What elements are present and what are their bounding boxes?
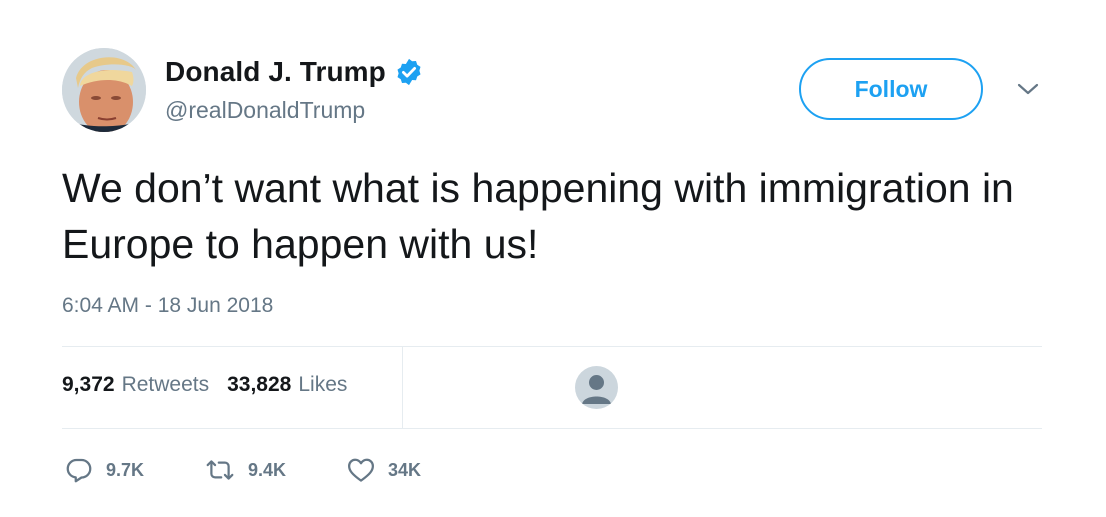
avatar[interactable] — [62, 48, 146, 132]
retweet-icon — [206, 460, 234, 480]
retweet-button[interactable]: 9.4K — [204, 455, 346, 485]
likes-stat[interactable]: 33,828 Likes — [227, 373, 347, 397]
likes-label: Likes — [298, 373, 348, 396]
tweet-text: We don’t want what is happening with imm… — [62, 165, 1014, 267]
divider — [62, 346, 1042, 347]
author-name-row: Donald J. Trump — [165, 54, 424, 90]
likes-count: 33,828 — [227, 373, 292, 396]
retweets-stat[interactable]: 9,372 Retweets — [62, 373, 209, 397]
heart-icon — [348, 458, 374, 482]
stats-divider — [402, 347, 403, 428]
tweet-timestamp[interactable]: 6:04 AM - 18 Jun 2018 — [62, 294, 273, 318]
tweet-actions: 9.7K 9.4K 34K — [64, 452, 421, 488]
divider — [62, 428, 1042, 429]
verified-badge-icon — [394, 57, 424, 87]
reply-count: 9.7K — [106, 459, 145, 480]
author-handle[interactable]: @realDonaldTrump — [165, 97, 365, 124]
like-button[interactable]: 34K — [346, 455, 421, 485]
tweet-stats: 9,372 Retweets 33,828 Likes — [62, 373, 347, 397]
reply-button[interactable]: 9.7K — [64, 455, 204, 485]
default-profile-icon — [582, 375, 611, 404]
author-name[interactable]: Donald J. Trump — [165, 56, 386, 88]
follow-button[interactable]: Follow — [799, 58, 983, 120]
profile-photo-icon — [62, 48, 146, 132]
chevron-down-icon[interactable] — [1015, 80, 1041, 98]
retweet-count: 9.4K — [248, 459, 287, 480]
retweets-count: 9,372 — [62, 373, 115, 396]
retweets-label: Retweets — [121, 373, 210, 396]
like-count: 34K — [388, 459, 422, 480]
liker-avatar[interactable] — [575, 366, 618, 409]
reply-icon — [66, 458, 92, 483]
